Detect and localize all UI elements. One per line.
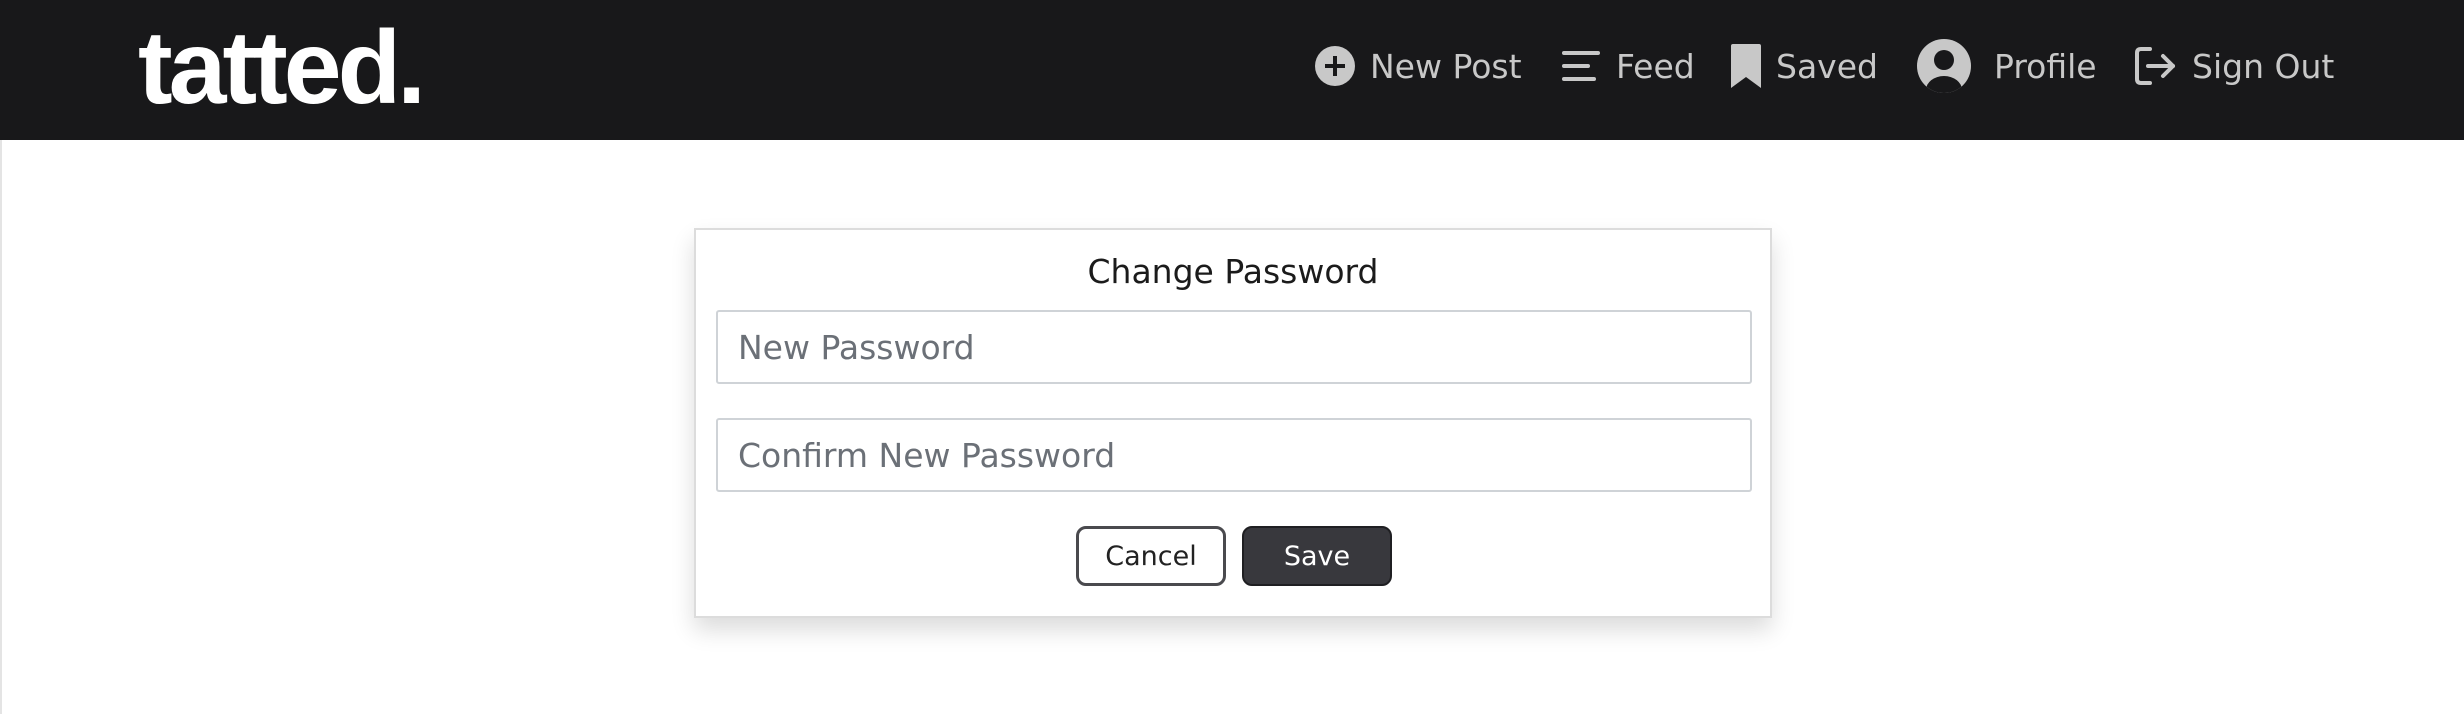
bookmark-icon [1730, 44, 1762, 88]
sign-out-icon [2134, 46, 2178, 86]
page-left-border [0, 140, 2, 714]
cancel-button[interactable]: Cancel [1076, 526, 1226, 586]
card-title: Change Password [1087, 252, 1379, 291]
nav-new-post[interactable]: New Post [1314, 38, 1522, 94]
confirm-password-input[interactable] [716, 418, 1752, 492]
nav-profile-label: Profile [1994, 46, 2097, 86]
nav-sign-out-label: Sign Out [2192, 46, 2335, 86]
save-button[interactable]: Save [1242, 526, 1392, 586]
nav-profile[interactable]: Profile [1916, 38, 2097, 94]
nav-saved-label: Saved [1776, 46, 1878, 86]
top-navbar: tatted. New Post Feed Saved Profile Sign… [0, 0, 2464, 140]
logo[interactable]: tatted. [138, 8, 426, 128]
user-avatar-icon [1916, 38, 1972, 94]
nav-feed-label: Feed [1616, 46, 1695, 86]
nav-new-post-label: New Post [1370, 46, 1522, 86]
nav-saved[interactable]: Saved [1730, 38, 1878, 94]
new-password-input[interactable] [716, 310, 1752, 384]
plus-circle-icon [1314, 45, 1356, 87]
nav-sign-out[interactable]: Sign Out [2134, 38, 2334, 94]
feed-lines-icon [1560, 47, 1602, 85]
nav-feed[interactable]: Feed [1560, 38, 1695, 94]
change-password-card: Change Password Cancel Save [694, 228, 1772, 618]
